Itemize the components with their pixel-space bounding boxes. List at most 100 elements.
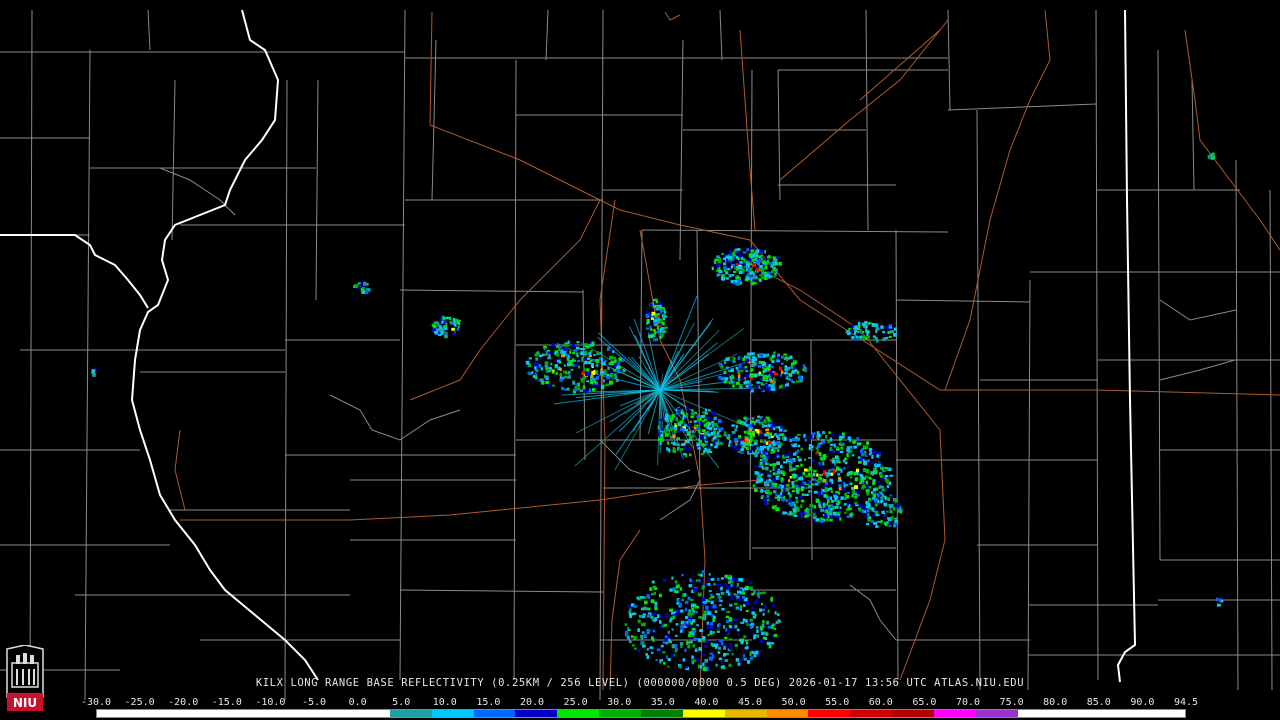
radar-pixel bbox=[775, 493, 779, 497]
radar-pixel bbox=[606, 375, 610, 380]
radar-pixel bbox=[588, 388, 592, 392]
radar-pixel bbox=[764, 271, 768, 275]
radar-pixel bbox=[668, 638, 671, 642]
radar-pixel bbox=[776, 461, 780, 466]
radar-pixel bbox=[880, 492, 883, 495]
radar-pixel bbox=[691, 409, 694, 412]
radar-pixel bbox=[894, 499, 898, 503]
radar-pixel bbox=[868, 448, 873, 451]
radar-pixel bbox=[814, 483, 819, 486]
radar-pixel bbox=[652, 638, 655, 642]
radar-pixel bbox=[449, 320, 452, 325]
radar-spoke bbox=[659, 389, 711, 392]
radar-pixel bbox=[613, 359, 617, 363]
radar-pixel bbox=[661, 333, 664, 337]
radar-pixel bbox=[658, 438, 662, 441]
radar-pixel bbox=[822, 461, 825, 466]
radar-pixel bbox=[785, 356, 789, 359]
radar-pixel bbox=[820, 490, 823, 495]
radar-pixel bbox=[675, 443, 680, 446]
radar-pixel bbox=[886, 481, 889, 485]
radar-pixel bbox=[725, 591, 730, 594]
radar-pixel bbox=[687, 619, 692, 623]
radar-pixel bbox=[823, 457, 826, 461]
scale-label: -10.0 bbox=[255, 697, 286, 708]
radar-pixel bbox=[536, 369, 539, 372]
radar-pixel bbox=[725, 271, 729, 275]
radar-pixel bbox=[527, 371, 532, 375]
radar-pixel bbox=[697, 447, 701, 450]
radar-pixel bbox=[741, 445, 745, 448]
radar-pixel bbox=[842, 487, 846, 491]
radar-pixel bbox=[894, 502, 899, 506]
radar-pixel bbox=[676, 584, 680, 588]
radar-pixel bbox=[826, 496, 831, 500]
radar-pixel bbox=[813, 505, 817, 509]
radar-pixel bbox=[731, 431, 736, 434]
radar-pixel bbox=[733, 437, 738, 442]
radar-pixel bbox=[745, 370, 749, 373]
radar-spoke bbox=[659, 329, 720, 391]
scale-label: 40.0 bbox=[694, 697, 719, 708]
radar-pixel bbox=[700, 665, 703, 669]
radar-pixel bbox=[704, 408, 708, 413]
radar-pixel bbox=[793, 475, 797, 478]
radar-pixel bbox=[572, 380, 576, 385]
radar-pixel bbox=[657, 315, 661, 318]
radar-pixel bbox=[708, 422, 711, 427]
radar-pixel bbox=[792, 381, 795, 384]
radar-pixel bbox=[726, 374, 730, 378]
scale-label: -15.0 bbox=[211, 697, 242, 708]
radar-pixel bbox=[828, 431, 831, 434]
radar-pixel bbox=[703, 450, 706, 454]
radar-pixel bbox=[835, 446, 840, 449]
radar-pixel bbox=[702, 613, 707, 618]
radar-pixel bbox=[751, 364, 755, 367]
radar-pixel bbox=[875, 327, 880, 331]
radar-pixel bbox=[785, 488, 789, 492]
radar-spoke bbox=[554, 389, 661, 405]
radar-pixel bbox=[760, 268, 765, 272]
radar-pixel bbox=[872, 514, 875, 517]
radar-pixel bbox=[890, 516, 894, 520]
radar-pixel bbox=[618, 362, 621, 366]
radar-pixel bbox=[772, 387, 776, 392]
radar-pixel bbox=[767, 642, 771, 645]
radar-pixel bbox=[695, 427, 700, 431]
radar-pixel bbox=[832, 470, 836, 474]
radar-pixel bbox=[714, 610, 718, 613]
radar-pixel bbox=[746, 272, 750, 277]
radar-pixel bbox=[835, 496, 839, 499]
radar-pixel bbox=[708, 573, 711, 576]
radar-pixel bbox=[734, 624, 738, 629]
radar-pixel bbox=[452, 318, 455, 322]
radar-pixel bbox=[633, 604, 638, 608]
radar-pixel bbox=[690, 415, 694, 419]
scale-swatch bbox=[682, 710, 725, 717]
radar-pixel bbox=[687, 644, 691, 649]
radar-pixel bbox=[766, 446, 769, 449]
radar-pixel bbox=[547, 356, 552, 360]
radar-pixel bbox=[858, 461, 862, 464]
radar-pixel bbox=[721, 608, 725, 611]
radar-pixel bbox=[716, 626, 720, 631]
radar-pixel bbox=[759, 352, 764, 357]
radar-pixel bbox=[780, 424, 784, 429]
radar-pixel bbox=[780, 370, 784, 375]
radar-pixel bbox=[754, 489, 758, 493]
radar-pixel bbox=[581, 358, 584, 362]
radar-pixel bbox=[755, 254, 758, 257]
radar-pixel bbox=[540, 367, 543, 371]
radar-pixel bbox=[713, 615, 716, 619]
radar-pixel bbox=[735, 606, 740, 610]
radar-pixel bbox=[738, 270, 743, 275]
radar-pixel bbox=[849, 449, 853, 453]
scale-swatch bbox=[933, 710, 976, 717]
radar-pixel bbox=[835, 491, 838, 494]
radar-pixel bbox=[772, 256, 776, 259]
radar-pixel bbox=[679, 448, 684, 451]
radar-pixel bbox=[659, 615, 663, 618]
radar-pixel bbox=[601, 361, 606, 366]
radar-pixel bbox=[591, 341, 595, 345]
radar-pixel bbox=[844, 457, 847, 461]
